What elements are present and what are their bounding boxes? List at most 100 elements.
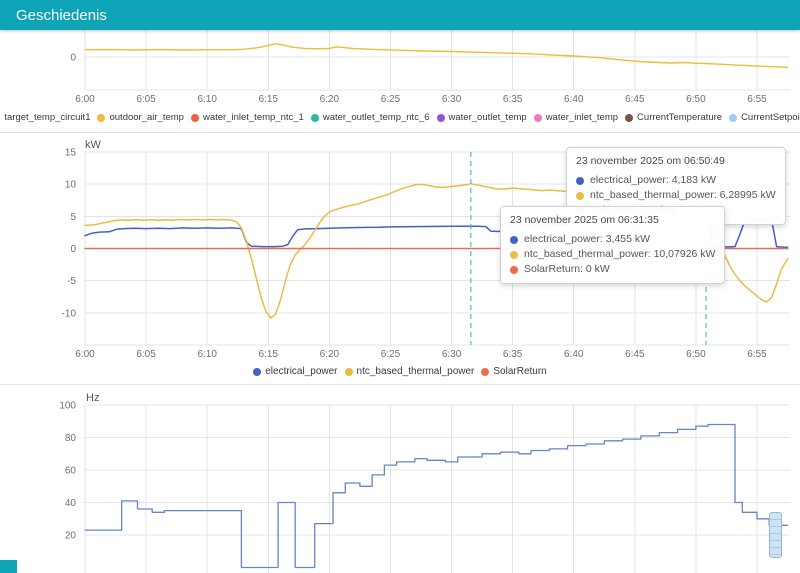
legend-label: water_inlet_temp_ntc_1: [202, 112, 304, 123]
x-axis-label: 6:20: [320, 349, 340, 360]
chart-tooltip: 23 november 2025 om 06:31:35 electrical_…: [500, 206, 726, 284]
legend-dot-icon: [533, 113, 542, 122]
frequency-history-card: 100 80 60 40 20 Hz: [0, 385, 800, 573]
page-title: Geschiedenis: [16, 6, 107, 24]
legend-dot-icon: [481, 367, 490, 376]
legend-dot-icon: [97, 113, 106, 122]
tooltip-row: SolarReturn: 0 kW: [510, 262, 715, 277]
y-axis-label: 60: [65, 466, 77, 477]
legend-item-SolarReturn[interactable]: SolarReturn: [481, 366, 547, 377]
x-axis-label: 6:05: [136, 94, 156, 105]
legend-item-target_temp_circuit1[interactable]: target_temp_circuit1: [0, 112, 90, 123]
x-axis-label: 6:00: [75, 349, 95, 360]
x-axis-label: 6:50: [686, 94, 706, 105]
tooltip-value: electrical_power: 3,455 kW: [524, 233, 651, 245]
legend-label: ntc_based_thermal_power: [356, 366, 475, 377]
tooltip-value: ntc_based_thermal_power: 6,28995 kW: [590, 189, 776, 201]
y-axis-label: 100: [59, 401, 76, 412]
tooltip-row: electrical_power: 4,183 kW: [576, 173, 776, 188]
x-axis-label: 6:45: [625, 349, 645, 360]
legend-dot-icon: [436, 113, 445, 122]
legend-label: CurrentSetpoint: [741, 112, 800, 123]
legend-item-ntc_based_thermal_power[interactable]: ntc_based_thermal_power: [344, 366, 475, 377]
x-axis-label: 6:50: [686, 349, 706, 360]
legend-dot-icon: [625, 113, 634, 122]
x-axis-label: 6:55: [747, 349, 767, 360]
y-axis-label: 15: [65, 148, 77, 159]
x-axis-label: 6:25: [381, 94, 401, 105]
axis-unit-label: Hz: [86, 392, 99, 404]
series-dot-icon: [576, 191, 584, 200]
legend-dot-icon: [310, 113, 319, 122]
legend-label: water_inlet_temp: [545, 112, 619, 123]
x-axis-label: 6:40: [564, 94, 584, 105]
x-axis-label: 6:25: [381, 349, 401, 360]
frequency-chart[interactable]: 100 80 60 40 20 Hz: [0, 385, 800, 573]
tooltip-timestamp: 23 november 2025 om 06:50:49: [576, 155, 725, 167]
temperature-legend: target_temp_circuit1 outdoor_air_temp wate…: [0, 112, 800, 123]
scrollbar-thumb[interactable]: [769, 512, 782, 558]
footer-bar: [0, 560, 17, 573]
x-axis-label: 6:45: [625, 94, 645, 105]
x-axis-label: 6:40: [564, 349, 584, 360]
x-axis-label: 6:30: [442, 94, 462, 105]
legend-item-water_outlet_temp_ntc_6[interactable]: water_outlet_temp_ntc_6: [310, 112, 430, 123]
tooltip-row: electrical_power: 3,455 kW: [510, 232, 715, 247]
legend-label: electrical_power: [265, 366, 338, 377]
power-legend: electrical_power ntc_based_thermal_power S…: [0, 366, 800, 377]
x-axis-label: 6:35: [503, 349, 523, 360]
x-axis-label: 6:15: [259, 349, 279, 360]
legend-label: water_outlet_temp: [448, 112, 527, 123]
x-axis-label: 6:00: [75, 94, 95, 105]
legend-item-water_inlet_temp[interactable]: water_inlet_temp: [533, 112, 619, 123]
legend-label: SolarReturn: [493, 366, 547, 377]
x-axis-label: 6:55: [747, 94, 767, 105]
y-axis-label: 20: [65, 531, 77, 542]
legend-dot-icon: [253, 367, 262, 376]
legend-item-electrical_power[interactable]: electrical_power: [253, 366, 338, 377]
y-axis-label: 10: [65, 180, 77, 191]
legend-item-outdoor_air_temp[interactable]: outdoor_air_temp: [97, 112, 184, 123]
legend-dot-icon: [729, 113, 738, 122]
y-axis-label: -10: [62, 308, 77, 319]
grid: [84, 404, 790, 573]
x-axis-label: 6:10: [197, 349, 217, 360]
y-axis-label: -5: [67, 276, 76, 287]
x-axis-label: 6:10: [197, 94, 217, 105]
tooltip-value: SolarReturn: 0 kW: [524, 263, 610, 275]
tooltip-timestamp: 23 november 2025 om 06:31:35: [510, 214, 659, 226]
series-outdoor_air_temp: [84, 43, 789, 68]
legend-label: CurrentTemperature: [637, 112, 723, 123]
x-axis-label: 6:20: [320, 94, 340, 105]
tooltip-value: electrical_power: 4,183 kW: [590, 174, 717, 186]
temperature-history-card: 0 6:00 6:05 6:10 6:15 6:20 6:25 6:30 6:35 6:40 6:4…: [0, 30, 800, 133]
tooltip-row: ntc_based_thermal_power: 10,07926 kW: [510, 247, 715, 262]
tooltip-row: ntc_based_thermal_power: 6,28995 kW: [576, 188, 776, 203]
series-dot-icon: [576, 176, 584, 185]
legend-label: water_outlet_temp_ntc_6: [322, 112, 430, 123]
x-axis-label: 6:05: [136, 349, 156, 360]
series-dot-icon: [510, 235, 518, 244]
legend-item-water_outlet_temp[interactable]: water_outlet_temp: [436, 112, 527, 123]
y-axis-label: 80: [65, 433, 77, 444]
grid: [84, 30, 790, 91]
legend-label: target_temp_circuit1: [4, 112, 91, 123]
axis-unit-label: kW: [85, 139, 102, 151]
x-axis-label: 6:15: [259, 94, 279, 105]
series-dot-icon: [510, 265, 518, 274]
x-axis-label: 6:35: [503, 94, 523, 105]
legend-item-CurrentTemperature[interactable]: CurrentTemperature: [625, 112, 722, 123]
legend-dot-icon: [344, 367, 353, 376]
legend-item-CurrentSetpoint[interactable]: CurrentSetpoint: [729, 112, 800, 123]
y-axis-label: 40: [65, 498, 77, 509]
y-axis-label: 0: [70, 244, 76, 255]
x-axis-label: 6:30: [442, 349, 462, 360]
y-axis-label: 5: [70, 212, 76, 223]
tooltip-value: ntc_based_thermal_power: 10,07926 kW: [524, 248, 716, 260]
power-history-card: 15 10 5 0 -5 -10 6:00 6:05 6:10 6:15 6:20 6:25 6:30 6…: [0, 133, 800, 385]
legend-dot-icon: [190, 113, 199, 122]
legend-label: outdoor_air_temp: [109, 112, 184, 123]
y-axis-label: 0: [70, 53, 76, 64]
series-frequency: [84, 423, 789, 569]
legend-item-water_inlet_temp_ntc_1[interactable]: water_inlet_temp_ntc_1: [190, 112, 304, 123]
